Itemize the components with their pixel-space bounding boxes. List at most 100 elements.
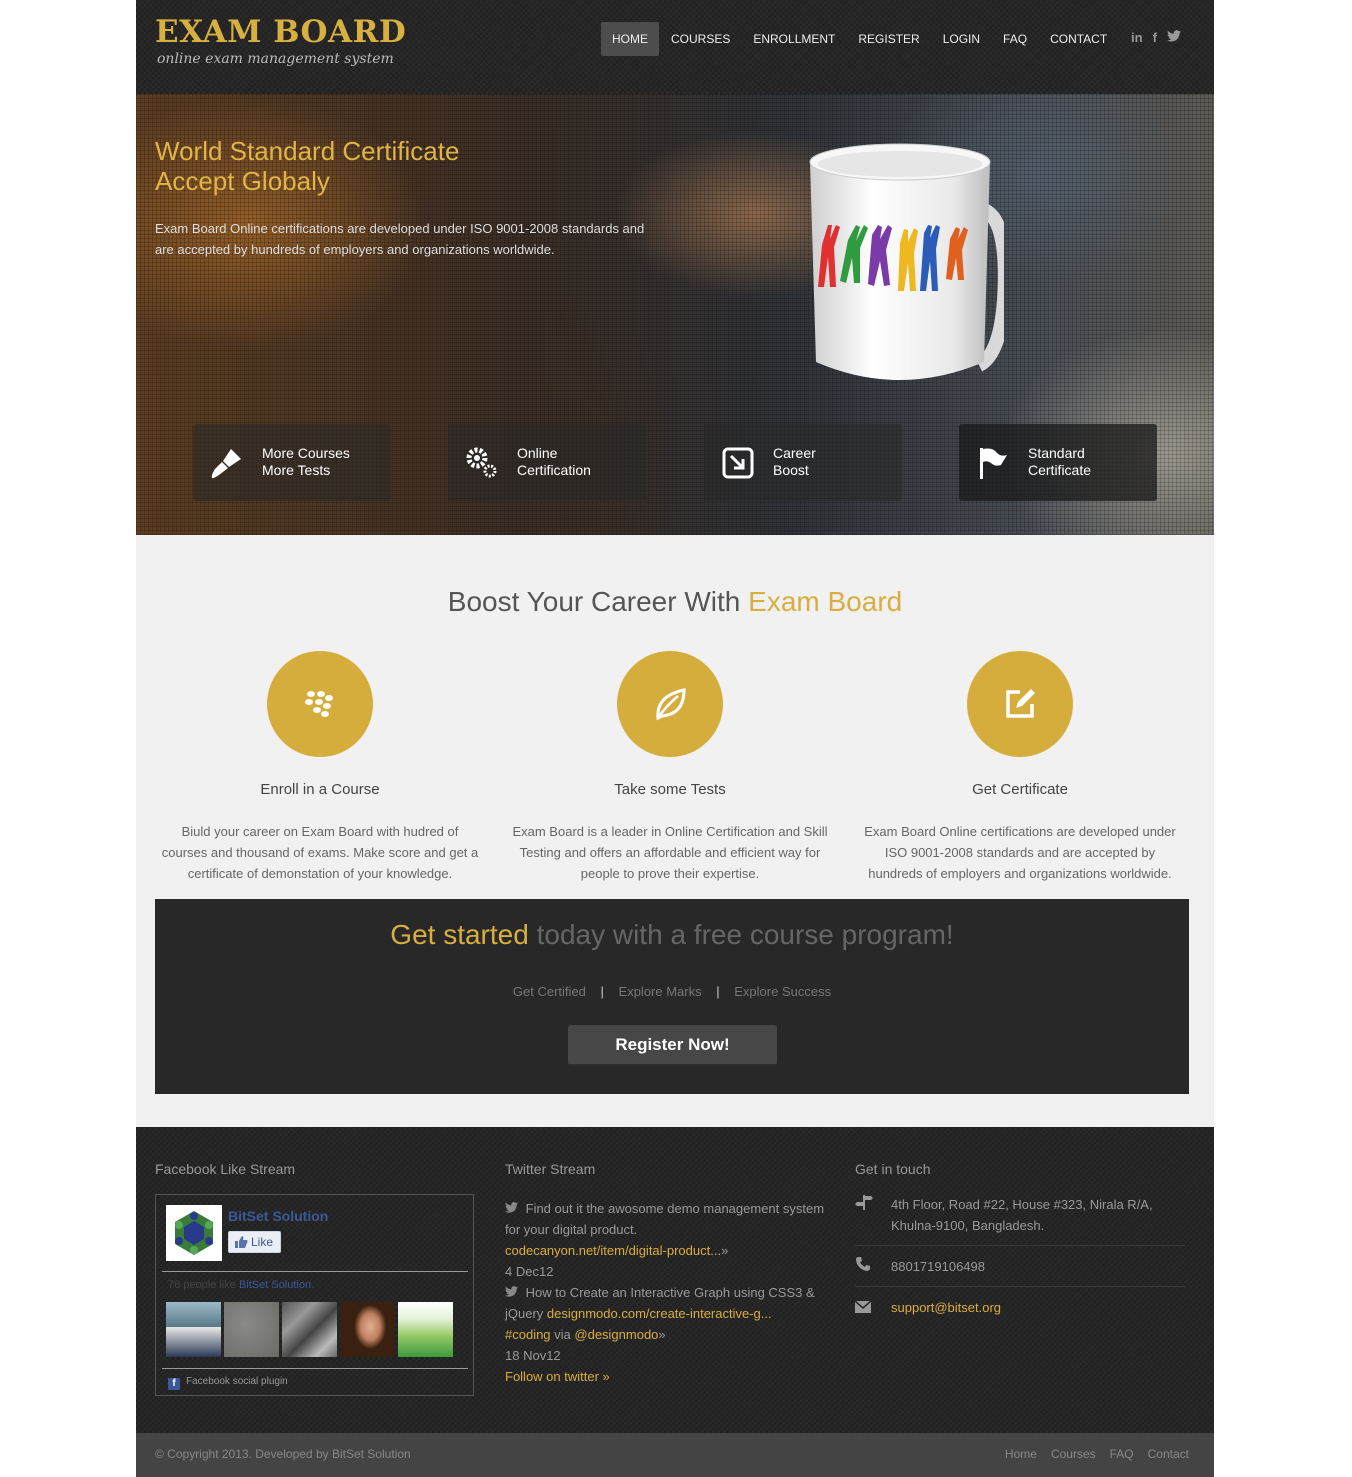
- footer-nav: Home Courses FAQ Contact: [1005, 1447, 1189, 1461]
- tweet-link[interactable]: codecanyon.net/item/digital-product...: [505, 1243, 721, 1258]
- nav-login[interactable]: LOGIN: [932, 22, 991, 56]
- footer-link-faq[interactable]: FAQ: [1110, 1447, 1134, 1461]
- facebook-plugin-text[interactable]: Facebook social plugin: [186, 1376, 288, 1387]
- facebook-faces: [166, 1302, 453, 1357]
- twitter-bird-icon: [505, 1201, 522, 1216]
- hero-title: World Standard Certificate Accept Global…: [155, 136, 575, 196]
- facebook-like-count: 76 people like BitSet Solution.: [168, 1279, 314, 1291]
- register-now-button[interactable]: Register Now!: [568, 1025, 777, 1066]
- footer-link-contact[interactable]: Contact: [1148, 1447, 1189, 1461]
- footer-link-courses[interactable]: Courses: [1051, 1447, 1096, 1461]
- leaf-icon: [656, 688, 686, 721]
- contact-heading: Get in touch: [855, 1161, 931, 1177]
- facebook-page-name[interactable]: BitSet Solution: [228, 1208, 328, 1224]
- feature-label-line1: Online: [517, 445, 558, 461]
- facebook-icon[interactable]: f: [1153, 30, 1157, 45]
- enroll-circle[interactable]: [267, 651, 373, 757]
- avatar[interactable]: [398, 1302, 453, 1357]
- cta-link-get-certified[interactable]: Get Certified: [513, 984, 586, 999]
- brush-icon: [211, 449, 241, 479]
- nav-enrollment[interactable]: ENROLLMENT: [742, 22, 846, 56]
- bitset-logo[interactable]: [166, 1205, 222, 1261]
- hero-text: Exam Board Online certifications are dev…: [155, 221, 645, 257]
- divider: [855, 1245, 1185, 1246]
- tweet: How to Create an Interactive Graph using…: [505, 1282, 835, 1366]
- arrow-box-icon: [722, 447, 754, 479]
- cta-link-explore-success[interactable]: Explore Success: [734, 984, 831, 999]
- like-count-link[interactable]: BitSet Solution: [239, 1279, 311, 1291]
- nav-courses[interactable]: COURSES: [660, 22, 741, 56]
- mail-icon: [854, 1297, 875, 1319]
- boost-column-certificate: Get Certificate Exam Board Online certif…: [850, 651, 1190, 884]
- follow-on-twitter-link[interactable]: Follow on twitter »: [505, 1366, 835, 1387]
- boost-heading-accent: Exam Board: [748, 586, 903, 617]
- tweet-hashtag[interactable]: #coding: [505, 1327, 551, 1342]
- certificate-circle[interactable]: [967, 651, 1073, 757]
- hero-title-line2: Accept Globaly: [155, 166, 330, 196]
- tweet-handle[interactable]: @designmodo: [574, 1327, 658, 1342]
- tweet-link[interactable]: designmodo.com/create-interactive-g...: [547, 1306, 772, 1321]
- gears-icon: [466, 447, 497, 478]
- tweet: Find out it the awosome demo management …: [505, 1198, 835, 1282]
- nav-home[interactable]: HOME: [601, 22, 659, 56]
- logo-title[interactable]: EXAM BOARD: [155, 14, 406, 50]
- tweet-arrow: »: [721, 1243, 729, 1258]
- tweet-via: via: [550, 1327, 575, 1342]
- facebook-like-box: BitSet Solution Like 76 people like BitS…: [155, 1194, 474, 1396]
- nav-contact[interactable]: CONTACT: [1039, 22, 1118, 56]
- blackberry-icon: [305, 691, 333, 717]
- twitter-stream: Find out it the awosome demo management …: [505, 1198, 835, 1387]
- cta-link-explore-marks[interactable]: Explore Marks: [619, 984, 702, 999]
- facebook-like-button[interactable]: Like: [228, 1231, 281, 1253]
- facebook-plugin-label: f Facebook social plugin: [168, 1376, 288, 1390]
- tweet-text: Find out it the awosome demo management …: [505, 1201, 825, 1237]
- facebook-heading: Facebook Like Stream: [155, 1161, 296, 1177]
- avatar[interactable]: [340, 1302, 395, 1357]
- feature-label: Standard Certificate: [1028, 445, 1091, 479]
- divider: [855, 1286, 1185, 1287]
- phone-text[interactable]: 8801719106498: [891, 1256, 1185, 1277]
- boost-heading: Boost Your Career With Exam Board: [136, 586, 1214, 618]
- tweet-date: 18 Nov12: [505, 1348, 561, 1363]
- avatar[interactable]: [224, 1302, 279, 1357]
- avatar[interactable]: [282, 1302, 337, 1357]
- facebook-icon: f: [168, 1378, 180, 1390]
- linkedin-icon[interactable]: in: [1131, 30, 1143, 45]
- feature-label-line2: Certificate: [1028, 462, 1092, 478]
- feature-online-certification[interactable]: Online Certification: [448, 424, 646, 501]
- site-footer: Facebook Like Stream Twitter Stream Get …: [136, 1127, 1214, 1433]
- feature-label-line2: Boost: [773, 462, 809, 478]
- cta-title-accent: Get started: [390, 919, 529, 950]
- feature-label: Career Boost: [773, 445, 816, 479]
- like-count-prefix: 76 people like: [168, 1279, 239, 1291]
- tests-circle[interactable]: [617, 651, 723, 757]
- edit-icon: [1006, 689, 1035, 718]
- cta-separator: |: [600, 984, 604, 999]
- email-link[interactable]: support@bitset.org: [891, 1297, 1185, 1318]
- boost-column-tests: Take some Tests Exam Board is a leader i…: [500, 651, 840, 884]
- enroll-title: Enroll in a Course: [260, 781, 380, 798]
- avatar[interactable]: [166, 1302, 221, 1357]
- hero-banner: World Standard Certificate Accept Global…: [136, 94, 1214, 535]
- feature-more-courses[interactable]: More Courses More Tests: [193, 424, 391, 501]
- nav-register[interactable]: REGISTER: [847, 22, 930, 56]
- tweet-date: 4 Dec12: [505, 1264, 554, 1279]
- feature-label-line1: More Courses: [262, 445, 350, 461]
- mug-image: [809, 143, 1004, 380]
- phone-icon: [855, 1256, 875, 1278]
- feature-career-boost[interactable]: Career Boost: [704, 424, 902, 501]
- hero-title-line1: World Standard Certificate: [155, 136, 460, 166]
- twitter-icon[interactable]: [1166, 30, 1181, 45]
- feature-label: Online Certification: [517, 445, 591, 479]
- certificate-title: Get Certificate: [972, 781, 1068, 798]
- tests-text: Exam Board is a leader in Online Certifi…: [512, 824, 828, 881]
- nav-faq[interactable]: FAQ: [992, 22, 1038, 56]
- page-wrapper: EXAM BOARD online exam management system…: [136, 0, 1214, 1477]
- feature-label-line2: More Tests: [262, 462, 331, 478]
- tests-title: Take some Tests: [614, 781, 726, 798]
- feature-standard-certificate[interactable]: Standard Certificate: [959, 424, 1157, 501]
- feature-label-line1: Career: [773, 445, 816, 461]
- like-count-suffix: .: [311, 1279, 315, 1291]
- footer-link-home[interactable]: Home: [1005, 1447, 1037, 1461]
- twitter-bird-icon: [505, 1285, 522, 1300]
